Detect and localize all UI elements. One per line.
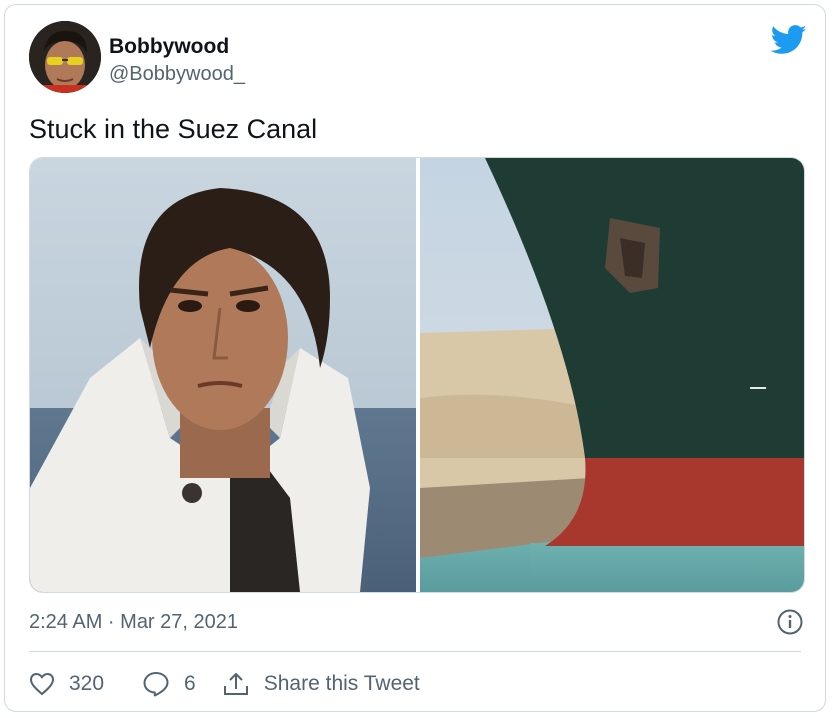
tweet-actions: 320 6 Share this Tweet xyxy=(29,667,420,701)
like-count: 320 xyxy=(69,672,105,695)
author-handle[interactable]: @Bobbywood_ xyxy=(109,63,245,86)
twitter-bird-icon[interactable] xyxy=(770,25,807,55)
share-label: Share this Tweet xyxy=(263,672,420,695)
reply-icon xyxy=(143,672,169,697)
divider xyxy=(29,651,801,652)
like-button[interactable]: 320 xyxy=(29,672,104,696)
tweet-card: Bobbywood @Bobbywood_ Stuck in the Suez … xyxy=(4,4,826,712)
heart-icon xyxy=(29,672,55,696)
tweet-timestamp[interactable]: 2:24 AM · Mar 27, 2021 xyxy=(29,611,238,634)
avatar[interactable] xyxy=(29,21,101,93)
reply-count: 6 xyxy=(184,672,196,695)
info-icon[interactable] xyxy=(777,609,803,635)
share-button[interactable]: Share this Tweet xyxy=(222,671,420,697)
share-icon xyxy=(223,673,248,695)
tweet-media[interactable] xyxy=(29,157,805,593)
meme-image xyxy=(30,158,804,592)
avatar-image xyxy=(29,21,101,93)
author-display-name[interactable]: Bobbywood xyxy=(109,35,229,59)
tweet-text: Stuck in the Suez Canal xyxy=(29,114,318,144)
reply-button[interactable]: 6 xyxy=(142,671,196,697)
